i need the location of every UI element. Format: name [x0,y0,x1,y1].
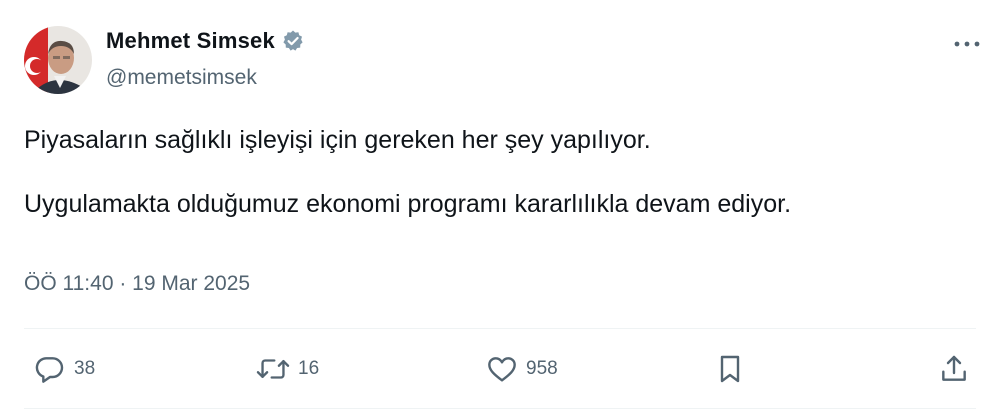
repost-icon [256,359,290,379]
repost-button[interactable]: 16 [256,345,319,393]
reply-icon [35,357,64,383]
tweet-paragraph: Piyasaların sağlıklı işleyişi için gerek… [24,126,651,154]
avatar[interactable] [24,26,92,94]
like-count: 958 [526,358,558,379]
bookmark-icon [720,355,740,383]
author-name-row: Mehmet Simsek [106,28,305,54]
tweet-text: Piyasaların sağlıklı işleyişi için gerek… [24,124,964,220]
heart-icon [488,357,516,382]
share-button[interactable] [938,345,970,393]
more-icon[interactable] [950,30,984,58]
bookmark-button[interactable] [714,345,746,393]
action-bar: 38 16 958 [24,345,976,393]
reply-button[interactable]: 38 [34,345,95,393]
tweet-timestamp[interactable]: ÖÖ 11:40 · 19 Mar 2025 [24,272,250,296]
share-icon [942,355,966,381]
verified-badge-icon[interactable] [281,29,305,53]
divider [24,328,976,329]
profile-photo [24,26,92,94]
reply-count: 38 [74,358,96,379]
author-name[interactable]: Mehmet Simsek [106,28,275,54]
divider [24,408,976,409]
like-button[interactable]: 958 [486,345,558,393]
author-handle[interactable]: @memetsimsek [106,66,257,90]
tweet-paragraph: Uygulamakta olduğumuz ekonomi programı k… [24,190,792,218]
repost-count: 16 [298,358,320,379]
